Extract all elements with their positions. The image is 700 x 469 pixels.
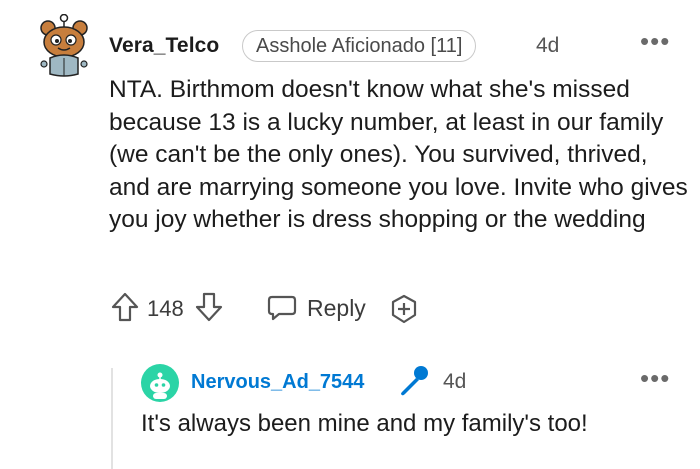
username-reply-comment[interactable]: Nervous_Ad_7544 — [191, 371, 364, 394]
timestamp-reply-comment: 4d — [443, 370, 467, 393]
comment-body-reply: It's always been mine and my family's to… — [141, 410, 588, 437]
avatar-top-comment[interactable] — [36, 13, 92, 80]
thread-line[interactable] — [111, 368, 113, 469]
user-flair: Asshole Aficionado [11] — [242, 30, 477, 62]
more-options-reply-comment[interactable]: ••• — [640, 363, 670, 394]
reply-icon[interactable] — [266, 294, 298, 322]
award-icon[interactable] — [388, 293, 420, 325]
avatar-reply-comment[interactable] — [141, 364, 179, 402]
comment-body-top: NTA. Birthmom doesn't know what she's mi… — [109, 76, 688, 233]
username-top-comment[interactable]: Vera_Telco — [109, 34, 219, 58]
reply-button[interactable]: Reply — [307, 295, 366, 322]
downvote-icon[interactable] — [195, 292, 223, 322]
vote-score: 148 — [147, 296, 184, 321]
upvote-icon[interactable] — [111, 292, 139, 322]
timestamp-top-comment: 4d — [536, 34, 560, 57]
more-options-top-comment[interactable]: ••• — [640, 26, 670, 57]
microphone-icon — [397, 364, 431, 398]
